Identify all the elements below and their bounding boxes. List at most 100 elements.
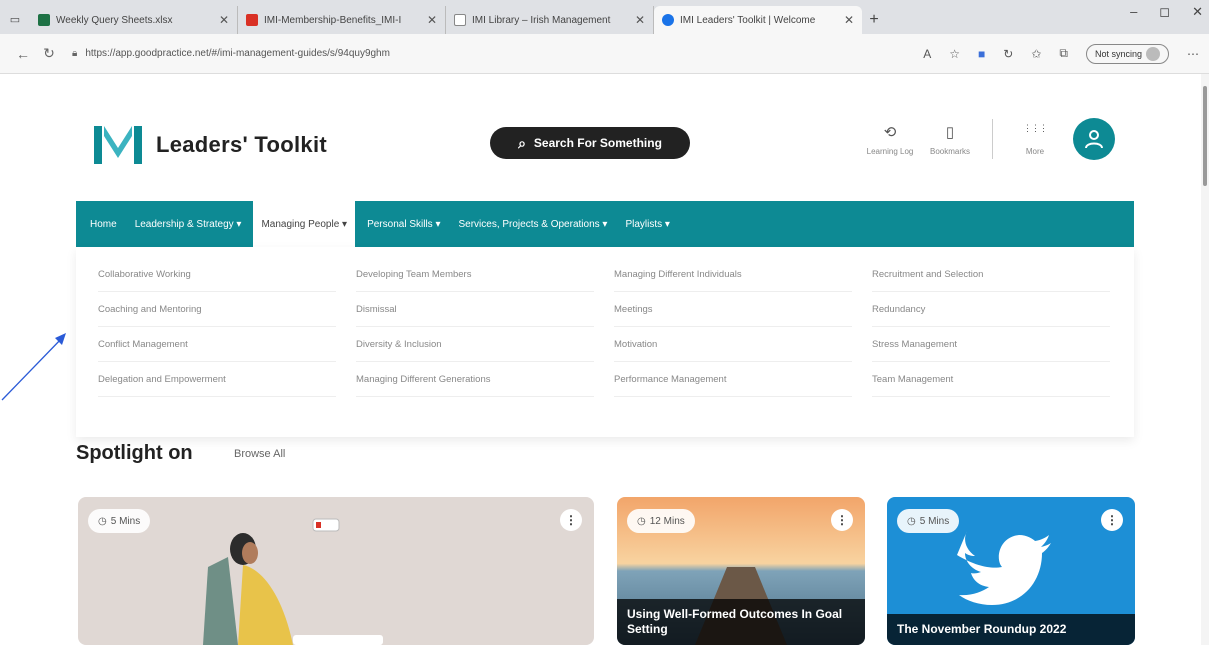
browse-all-link[interactable]: Browse All <box>234 448 285 460</box>
search-icon: ⌕ <box>518 134 526 151</box>
refresh-extension-icon[interactable]: ↻ <box>1003 47 1013 61</box>
close-window-icon[interactable]: ✕ <box>1192 4 1203 20</box>
more-label: More <box>1025 146 1045 156</box>
refresh-icon[interactable]: ↻ <box>36 45 62 62</box>
pdf-icon <box>246 14 258 26</box>
dropdown-link[interactable]: Stress Management <box>872 327 1110 362</box>
dropdown-link[interactable]: Managing Different Generations <box>356 362 594 397</box>
card-menu-icon[interactable]: ⋮ <box>1101 509 1123 531</box>
lock-icon: 🔒︎ <box>72 48 78 59</box>
brand[interactable]: Leaders' Toolkit <box>92 122 327 168</box>
site-favicon-icon <box>662 14 674 26</box>
close-icon[interactable]: ✕ <box>635 13 645 27</box>
search-label: Search For Something <box>533 136 662 150</box>
browser-tab-active[interactable]: IMI Leaders' Toolkit | Welcome ✕ <box>654 6 862 34</box>
page: Leaders' Toolkit ⌕ Search For Something … <box>0 74 1209 645</box>
favorites-add-icon[interactable]: ☆ <box>949 47 960 61</box>
nav-playlists[interactable]: Playlists ▾ <box>625 201 669 247</box>
profile-sync-button[interactable]: Not syncing <box>1085 43 1169 64</box>
maximize-icon[interactable]: ◻ <box>1159 4 1170 20</box>
duration-text: 12 Mins <box>649 515 685 527</box>
page-icon <box>454 14 466 26</box>
duration-text: 5 Mins <box>110 515 141 527</box>
profile-avatar <box>1146 46 1160 61</box>
dropdown-link[interactable]: Redundancy <box>872 292 1110 327</box>
nav-services-projects-operations[interactable]: Services, Projects & Operations ▾ <box>458 201 607 247</box>
dropdown-link[interactable]: Developing Team Members <box>356 257 594 292</box>
dropdown-link[interactable]: Performance Management <box>614 362 852 397</box>
dropdown-link[interactable]: Recruitment and Selection <box>872 257 1110 292</box>
page-scrollbar[interactable] <box>1201 74 1209 645</box>
more-options-icon[interactable]: ⋯ <box>1187 47 1199 61</box>
dropdown-link[interactable]: Collaborative Working <box>98 257 336 292</box>
dropdown-link[interactable]: Coaching and Mentoring <box>98 292 336 327</box>
window-menu-icon[interactable]: ▭ <box>0 4 30 34</box>
extension-icon[interactable]: ■ <box>978 47 985 61</box>
dropdown-link[interactable]: Meetings <box>614 292 852 327</box>
nav-personal-skills[interactable]: Personal Skills ▾ <box>367 201 440 247</box>
dropdown-link[interactable]: Motivation <box>614 327 852 362</box>
dropdown-link[interactable]: Team Management <box>872 362 1110 397</box>
user-icon <box>1085 130 1103 149</box>
address-bar: ← ↻ 🔒︎ https://app.goodpractice.net/#/im… <box>0 34 1209 74</box>
clock-icon: ◷ <box>637 515 646 527</box>
tab-label: Weekly Query Sheets.xlsx <box>56 14 173 26</box>
close-icon[interactable]: ✕ <box>219 13 229 27</box>
minimize-icon[interactable]: – <box>1130 4 1137 20</box>
history-icon: ⟲ <box>883 123 897 141</box>
spotlight-card[interactable]: ◷ 12 Mins ⋮ Using Well-Formed Outcomes I… <box>617 497 865 645</box>
nav-home[interactable]: Home <box>90 201 117 247</box>
bookmark-icon: ▯ <box>945 123 955 141</box>
header-actions: ⟲ Learning Log ▯ Bookmarks ⋮⋮⋮ More <box>860 118 1115 160</box>
window-controls: – ◻ ✕ <box>1130 4 1203 20</box>
spotlight-card[interactable]: ◷ 5 Mins ⋮ <box>78 497 594 645</box>
favorites-icon[interactable]: ✩ <box>1031 47 1041 61</box>
browser-tab[interactable]: IMI Library – Irish Management ✕ <box>446 6 654 34</box>
card-menu-icon[interactable]: ⋮ <box>831 509 853 531</box>
dropdown-link[interactable]: Delegation and Empowerment <box>98 362 336 397</box>
bookmarks-button[interactable]: ▯ Bookmarks <box>920 123 980 156</box>
back-icon[interactable]: ← <box>10 46 36 62</box>
imi-logo-icon <box>92 122 144 168</box>
url-field[interactable]: 🔒︎ https://app.goodpractice.net/#/imi-ma… <box>72 48 792 59</box>
card-illustration <box>203 518 383 645</box>
duration-badge: ◷ 12 Mins <box>627 509 695 533</box>
clock-icon: ◷ <box>907 515 916 527</box>
new-tab-button[interactable]: + <box>862 6 886 34</box>
browser-tab-strip: ▭ Weekly Query Sheets.xlsx ✕ IMI-Members… <box>0 0 1209 34</box>
collections-icon[interactable]: ⧉ <box>1059 46 1068 61</box>
tab-label: IMI Library – Irish Management <box>472 14 611 26</box>
spotlight-card[interactable]: ◷ 5 Mins ⋮ The November Roundup 2022 <box>887 497 1135 645</box>
user-avatar-button[interactable] <box>1073 118 1115 160</box>
tab-label: IMI Leaders' Toolkit | Welcome <box>680 14 816 26</box>
bookmarks-label: Bookmarks <box>929 146 970 156</box>
more-button[interactable]: ⋮⋮⋮ More <box>1005 123 1065 156</box>
nav-managing-people[interactable]: Managing People ▾ <box>253 201 356 247</box>
dropdown-link[interactable]: Conflict Management <box>98 327 336 362</box>
grid-icon: ⋮⋮⋮ <box>1023 122 1048 133</box>
browser-tab[interactable]: Weekly Query Sheets.xlsx ✕ <box>30 6 238 34</box>
dropdown-link[interactable]: Dismissal <box>356 292 594 327</box>
card-title: The November Roundup 2022 <box>887 614 1135 645</box>
learning-log-label: Learning Log <box>866 146 914 156</box>
tab-label: IMI-Membership-Benefits_IMI-I <box>264 14 402 26</box>
scrollbar-thumb[interactable] <box>1203 86 1207 186</box>
sync-label: Not syncing <box>1094 48 1142 59</box>
browser-tab[interactable]: IMI-Membership-Benefits_IMI-I ✕ <box>238 6 446 34</box>
spotlight-title: Spotlight on <box>76 442 193 464</box>
nav-leadership-strategy[interactable]: Leadership & Strategy ▾ <box>135 201 242 247</box>
duration-badge: ◷ 5 Mins <box>897 509 960 533</box>
excel-icon <box>38 14 50 26</box>
close-icon[interactable]: ✕ <box>427 13 437 27</box>
clock-icon: ◷ <box>98 515 107 527</box>
search-button[interactable]: ⌕ Search For Something <box>490 127 690 159</box>
card-title: Using Well-Formed Outcomes In Goal Setti… <box>617 599 865 645</box>
dropdown-link[interactable]: Managing Different Individuals <box>614 257 852 292</box>
card-menu-icon[interactable]: ⋮ <box>560 509 582 531</box>
main-nav: Home Leadership & Strategy ▾ Managing Pe… <box>76 201 1134 247</box>
read-aloud-icon[interactable]: A <box>923 47 931 61</box>
learning-log-button[interactable]: ⟲ Learning Log <box>860 123 920 156</box>
header-divider <box>992 119 993 159</box>
dropdown-link[interactable]: Diversity & Inclusion <box>356 327 594 362</box>
close-icon[interactable]: ✕ <box>844 13 854 27</box>
